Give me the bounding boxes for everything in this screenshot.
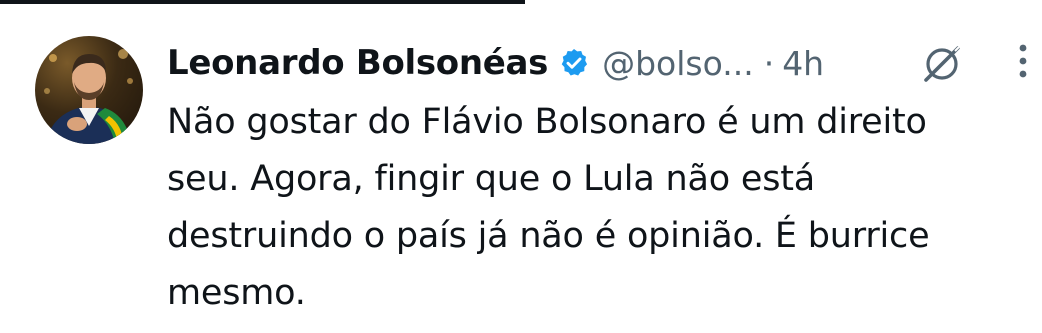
verified-badge-icon [558,47,590,79]
tweet-text-line: mesmo. [167,273,306,313]
tweet-text-line: Não gostar do Flávio Bolsonaro é um dire… [167,102,927,142]
more-options-icon[interactable] [1012,40,1034,86]
tweet-text-line: seu. Agora, fingir que o Lula não está [167,159,816,199]
tweet[interactable]: Leonardo Bolsonéas @bolso... · 4h Não go… [0,0,1042,333]
tweet-header: Leonardo Bolsonéas @bolso... · 4h [167,38,824,88]
tweet-text-line: destruindo o país já não é opinião. É bu… [167,216,930,256]
author-name[interactable]: Leonardo Bolsonéas [167,43,548,83]
timestamp[interactable]: 4h [782,44,824,83]
avatar[interactable] [35,36,143,144]
separator-dot: · [763,43,775,83]
tweet-text: Não gostar do Flávio Bolsonaro é um dire… [167,94,1027,322]
author-handle[interactable]: @bolso... [602,44,754,83]
grok-icon[interactable] [920,42,964,86]
